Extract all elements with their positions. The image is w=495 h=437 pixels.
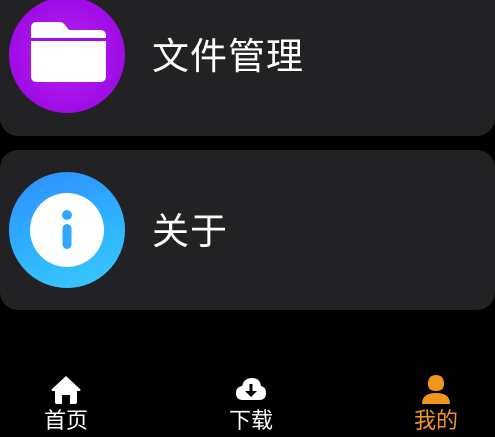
tab-download[interactable]: 下载 [191, 360, 311, 437]
tab-home[interactable]: 首页 [6, 360, 126, 437]
tab-mine-label: 我的 [413, 409, 458, 434]
home-icon [51, 376, 81, 404]
tab-download-label: 下载 [228, 409, 273, 434]
file-manager-label: 文件管理 [152, 35, 304, 78]
about-label: 关于 [152, 210, 228, 253]
cloud-download-icon [236, 378, 266, 400]
info-icon [30, 193, 104, 267]
tab-home-label: 首页 [43, 409, 88, 434]
bottom-tab-bar: 首页 下载 我的 [0, 360, 495, 437]
screen: 文件管理 关于 首页 下载 我的 [0, 0, 495, 437]
folder-icon [31, 22, 106, 82]
person-icon [422, 375, 450, 404]
tab-mine[interactable]: 我的 [376, 360, 495, 437]
